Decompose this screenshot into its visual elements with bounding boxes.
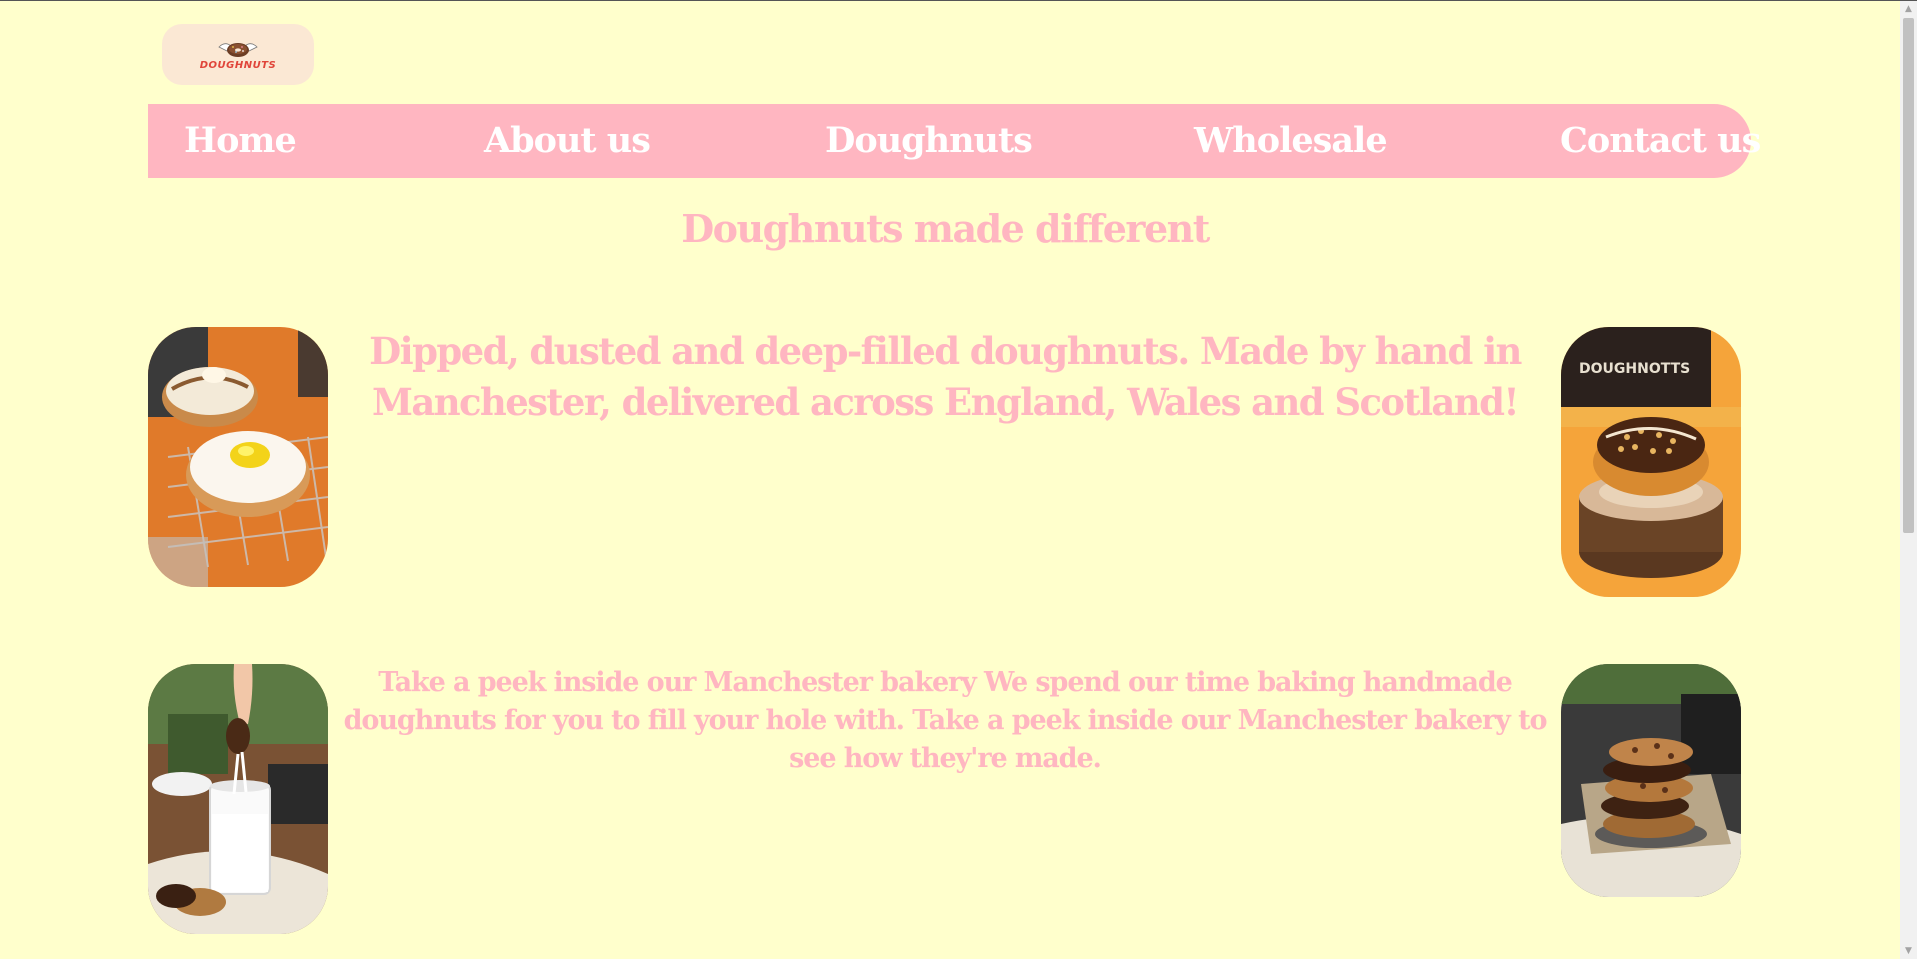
nav-link-about-us[interactable]: About us [484, 104, 651, 178]
page-tagline: Doughnuts made different [681, 206, 1210, 251]
intro-text: Dipped, dusted and deep-filled doughnuts… [369, 329, 1522, 424]
site-logo[interactable]: DOUGHNUTS [162, 24, 314, 85]
doughnut-logo-icon [218, 42, 258, 57]
bakery-text: Take a peek inside our Manchester bakery… [343, 667, 1548, 774]
photo-chocolate-doughnut-stand: DOUGHNOTTS [1561, 327, 1741, 597]
scrollbar-thumb[interactable] [1903, 18, 1914, 533]
nav-link-contact-us[interactable]: Contact us [1560, 104, 1761, 178]
page: DOUGHNUTS Home About us Doughnuts Wholes… [0, 0, 1917, 959]
photo-cookie-in-milk [148, 664, 328, 934]
triangle-up-icon[interactable]: ▲ [1900, 1, 1917, 18]
nav-link-wholesale[interactable]: Wholesale [1194, 104, 1388, 178]
triangle-down-icon[interactable]: ▼ [1900, 943, 1917, 959]
main-navigation: Home About us Doughnuts Wholesale Contac… [148, 104, 1761, 178]
nav-link-doughnuts[interactable]: Doughnuts [825, 104, 1033, 178]
photo-stacked-cookies [1561, 664, 1741, 897]
svg-text:DOUGHNOTTS: DOUGHNOTTS [1579, 361, 1690, 377]
photo-doughnuts-on-rack [148, 327, 328, 587]
nav-link-home[interactable]: Home [184, 104, 297, 178]
vertical-scrollbar[interactable]: ▲ ▼ [1900, 1, 1917, 959]
logo-wordmark: DOUGHNUTS [199, 59, 277, 71]
